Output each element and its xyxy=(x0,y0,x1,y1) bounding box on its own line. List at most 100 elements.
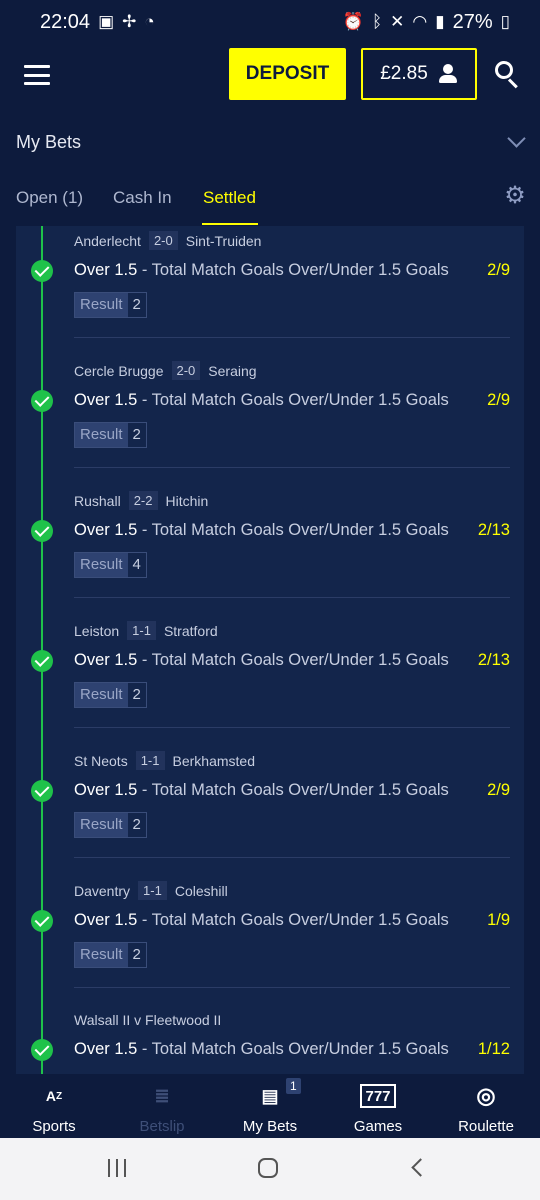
nav-sports[interactable]: AZ Sports xyxy=(0,1074,108,1138)
nav-roulette[interactable]: ◎ Roulette xyxy=(432,1074,540,1138)
match-line: St Neots 1-1 Berkhamsted xyxy=(74,751,255,770)
selection-name: Over 1.5 xyxy=(74,391,138,409)
odds: 2/9 xyxy=(487,781,510,799)
bet-leg: Anderlecht 2-0 Sint-Truiden Over 1.5 - T… xyxy=(16,226,524,356)
result-box: Result 2 xyxy=(74,942,147,968)
selection-line: Over 1.5 - Total Match Goals Over/Under … xyxy=(74,781,449,800)
app-header: DEPOSIT £2.85 xyxy=(0,44,540,104)
bet-count-badge: 1 xyxy=(286,1078,301,1094)
match-line: Walsall II v Fleetwood II xyxy=(74,1012,221,1028)
away-team: Coleshill xyxy=(174,882,228,899)
won-check-icon xyxy=(31,780,53,802)
search-icon[interactable] xyxy=(495,61,521,89)
battery-percent: 27% xyxy=(452,10,493,33)
odds: 2/9 xyxy=(487,391,510,409)
selection-line: Over 1.5 - Total Match Goals Over/Under … xyxy=(74,651,449,670)
home-team: Anderlecht xyxy=(74,232,141,249)
result-box: Result 2 xyxy=(74,682,147,708)
user-icon xyxy=(438,64,458,84)
match-line: Daventry 1-1 Coleshill xyxy=(74,881,228,900)
bet-leg: Leiston 1-1 Stratford Over 1.5 - Total M… xyxy=(16,616,524,746)
home-team: Cercle Brugge xyxy=(74,362,164,379)
odds: 2/9 xyxy=(487,261,510,279)
system-navigation-bar xyxy=(0,1138,540,1200)
bet-leg: Walsall II v Fleetwood II Over 1.5 - Tot… xyxy=(16,1006,524,1074)
account-balance-button[interactable]: £2.85 xyxy=(361,48,477,100)
battery-icon: ▯ xyxy=(500,12,510,31)
match-score: 2-2 xyxy=(128,491,158,510)
result-box: Result 4 xyxy=(74,552,147,578)
result-label: Result xyxy=(75,813,128,837)
result-label: Result xyxy=(75,293,128,317)
result-label: Result xyxy=(75,683,128,707)
result-value: 2 xyxy=(127,813,146,837)
bet-tabs: Open (1) Cash In Settled xyxy=(0,176,540,226)
market-separator: - xyxy=(137,1040,152,1058)
result-box: Result 2 xyxy=(74,422,147,448)
bet-leg: Daventry 1-1 Coleshill Over 1.5 - Total … xyxy=(16,876,524,1006)
selection-name: Over 1.5 xyxy=(74,1040,138,1058)
away-team: Sint-Truiden xyxy=(185,232,262,249)
alarm-icon: ⏰ xyxy=(342,12,364,31)
divider xyxy=(74,857,510,858)
match-line: Rushall 2-2 Hitchin xyxy=(74,491,208,510)
balance-amount: £2.85 xyxy=(380,63,428,84)
gear-icon[interactable]: ⚙ xyxy=(504,184,526,208)
match-line: Leiston 1-1 Stratford xyxy=(74,621,218,640)
selection-name: Over 1.5 xyxy=(74,651,138,669)
tab-open[interactable]: Open (1) xyxy=(16,188,83,208)
home-team: Rushall xyxy=(74,492,121,509)
home-icon[interactable] xyxy=(258,1158,278,1178)
result-label: Result xyxy=(75,553,128,577)
result-box: Result 2 xyxy=(74,812,147,838)
odds: 1/12 xyxy=(477,1040,510,1058)
match-line: Cercle Brugge 2-0 Seraing xyxy=(74,361,257,380)
bet-leg: Rushall 2-2 Hitchin Over 1.5 - Total Mat… xyxy=(16,486,524,616)
my-bets-header[interactable]: My Bets xyxy=(0,118,540,168)
status-bar: 22:04 ▣ ✢ ◔ ⏰ ᛒ ✕ ◠ ▮ 27% ▯ xyxy=(0,0,540,44)
tab-settled[interactable]: Settled xyxy=(203,188,256,208)
result-value: 4 xyxy=(127,553,146,577)
divider xyxy=(74,987,510,988)
selection-line: Over 1.5 - Total Match Goals Over/Under … xyxy=(74,261,449,280)
match-score: 1-1 xyxy=(127,621,156,640)
won-check-icon xyxy=(31,260,53,282)
recents-icon[interactable] xyxy=(108,1159,126,1177)
selection-name: Over 1.5 xyxy=(74,911,138,929)
match-score: 2-0 xyxy=(148,231,178,250)
odds: 1/9 xyxy=(487,911,510,929)
won-check-icon xyxy=(31,390,53,412)
fan-icon: ✢ xyxy=(122,12,137,31)
market-name: Total Match Goals Over/Under 1.5 Goals xyxy=(151,911,449,929)
away-team: Hitchin xyxy=(165,492,209,509)
home-team: Daventry xyxy=(74,882,131,899)
market-separator: - xyxy=(137,261,152,279)
market-name: Total Match Goals Over/Under 1.5 Goals xyxy=(151,651,449,669)
deposit-button[interactable]: DEPOSIT xyxy=(229,48,346,100)
bet-leg: Cercle Brugge 2-0 Seraing Over 1.5 - Tot… xyxy=(16,356,524,486)
match-line: Anderlecht 2-0 Sint-Truiden xyxy=(74,231,261,250)
page-title: My Bets xyxy=(16,132,82,152)
back-icon[interactable] xyxy=(411,1158,430,1177)
menu-icon[interactable] xyxy=(24,65,50,85)
result-value: 2 xyxy=(127,683,146,707)
bet-leg: St Neots 1-1 Berkhamsted Over 1.5 - Tota… xyxy=(16,746,524,876)
tab-cash-in[interactable]: Cash In xyxy=(113,188,172,208)
bluetooth-icon: ᛒ xyxy=(371,12,383,31)
match-score: 2-0 xyxy=(171,361,201,380)
selection-line: Over 1.5 - Total Match Goals Over/Under … xyxy=(74,1040,449,1059)
divider xyxy=(74,727,510,728)
active-tab-indicator xyxy=(202,223,258,225)
fixture-name: Walsall II v Fleetwood II xyxy=(74,1012,222,1028)
divider xyxy=(74,467,510,468)
nav-label: Roulette xyxy=(458,1118,514,1135)
match-score: 1-1 xyxy=(135,751,165,770)
selection-name: Over 1.5 xyxy=(74,261,138,279)
nav-my-bets[interactable]: ▤ 1 My Bets xyxy=(216,1074,324,1138)
won-check-icon xyxy=(31,520,53,542)
nav-betslip[interactable]: ≣ Betslip xyxy=(108,1074,216,1138)
won-check-icon xyxy=(31,910,53,932)
divider xyxy=(74,337,510,338)
nav-label: Betslip xyxy=(139,1118,185,1135)
nav-games[interactable]: 777 Games xyxy=(324,1074,432,1138)
